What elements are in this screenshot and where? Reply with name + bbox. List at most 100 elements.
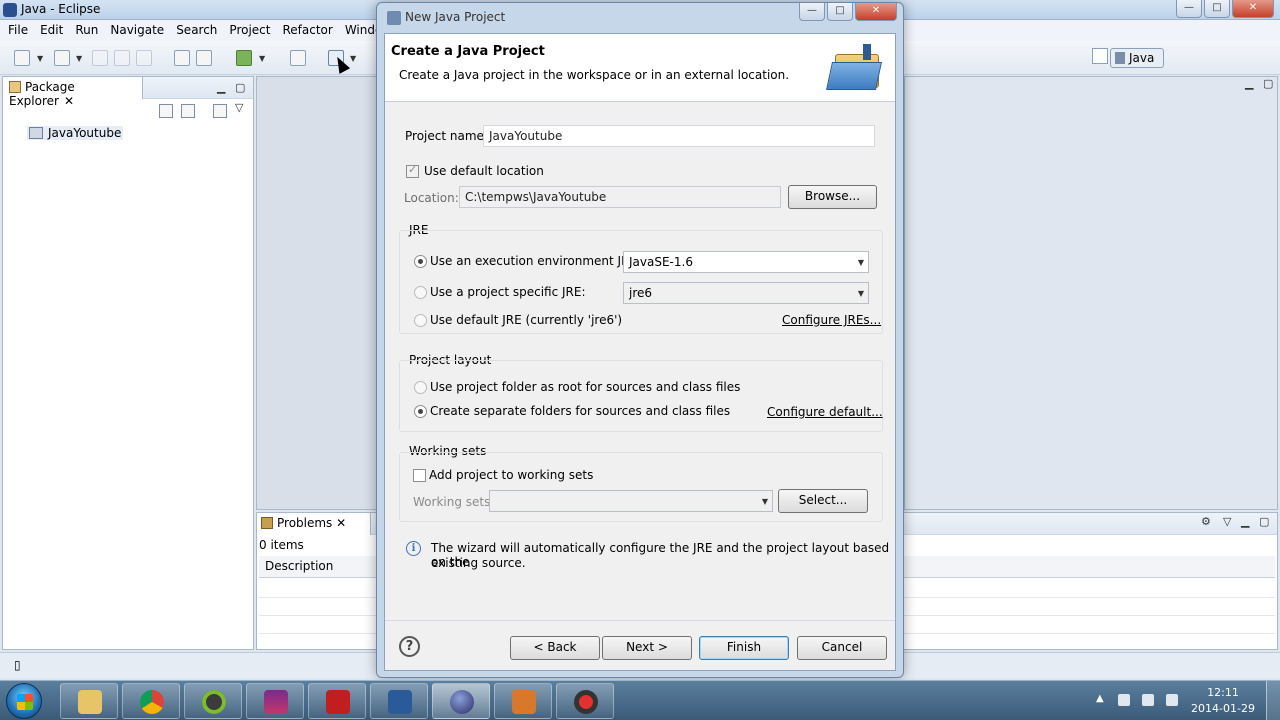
minimize-button[interactable]: — xyxy=(1176,0,1202,18)
project-name-label: Project name: xyxy=(405,129,488,143)
clock-date: 2014-01-29 xyxy=(1191,702,1255,715)
signal-icon[interactable] xyxy=(1166,694,1178,706)
start-button[interactable] xyxy=(6,683,42,719)
show-hidden-icons-icon[interactable]: ▲ xyxy=(1096,693,1104,704)
dialog-minimize-button[interactable]: — xyxy=(799,3,825,21)
view-menu-icon[interactable] xyxy=(213,104,227,118)
wizard-info-line-2: existing source. xyxy=(431,556,526,570)
execution-environment-label: Use an execution environment JRE: xyxy=(430,254,642,268)
description-column[interactable]: Description xyxy=(265,559,333,573)
close-button[interactable]: ✕ xyxy=(1232,0,1274,18)
location-field[interactable]: C:\tempws\JavaYoutube xyxy=(459,186,781,208)
menu-file[interactable]: File xyxy=(2,20,34,41)
execution-environment-radio[interactable] xyxy=(414,255,427,268)
taskbar-clock[interactable]: 12:11 2014-01-29 xyxy=(1188,685,1258,717)
fast-view-icon[interactable]: ▯ xyxy=(14,658,21,672)
tree-item-label: JavaYoutube xyxy=(48,126,122,140)
task-dropdown-arrow-icon[interactable]: ▼ xyxy=(259,54,265,63)
project-folder-root-radio[interactable] xyxy=(414,381,427,394)
project-specific-jre-select[interactable]: jre6 ▼ xyxy=(623,282,869,304)
window-title: Java - Eclipse xyxy=(21,2,101,16)
open-type-icon[interactable] xyxy=(54,50,70,66)
new-icon[interactable] xyxy=(14,50,30,66)
project-specific-jre-radio[interactable] xyxy=(414,286,427,299)
collapse-all-icon[interactable] xyxy=(159,104,173,118)
dialog-title: New Java Project xyxy=(405,10,506,24)
dialog-title-bar: New Java Project — □ ✕ xyxy=(377,3,903,33)
separate-folders-radio[interactable] xyxy=(414,405,427,418)
problems-tab[interactable]: Problems ✕ xyxy=(257,513,371,535)
execution-environment-select[interactable]: JavaSE-1.6 ▼ xyxy=(623,251,869,273)
browse-button[interactable]: Browse... xyxy=(788,185,877,209)
tree-item-project[interactable]: JavaYoutube xyxy=(27,126,124,140)
taskbar-chrome[interactable] xyxy=(122,683,180,719)
show-desktop-button[interactable] xyxy=(1266,681,1280,720)
close-icon[interactable]: ✕ xyxy=(336,516,346,530)
taskbar-spotify[interactable] xyxy=(184,683,242,719)
select-working-sets-button[interactable]: Select... xyxy=(778,489,868,513)
maximize-view-icon[interactable]: ▢ xyxy=(1259,515,1269,528)
minimize-view-icon[interactable]: ▁ xyxy=(217,81,225,94)
menu-navigate[interactable]: Navigate xyxy=(104,20,170,41)
package-explorer-tab[interactable]: Package Explorer ✕ xyxy=(3,77,143,108)
package-explorer-view: Package Explorer ✕ ▁ ▢ ▽ JavaYoutube xyxy=(2,76,254,650)
execution-environment-value: JavaSE-1.6 xyxy=(629,255,693,269)
cancel-button[interactable]: Cancel xyxy=(797,636,887,660)
task-icon[interactable] xyxy=(236,50,252,66)
configure-jres-link[interactable]: Configure JREs... xyxy=(782,313,881,327)
maximize-view-icon[interactable]: ▢ xyxy=(235,81,245,94)
menu-run[interactable]: Run xyxy=(69,20,104,41)
save-all-icon[interactable] xyxy=(114,50,130,66)
menu-project[interactable]: Project xyxy=(223,20,276,41)
add-to-working-sets-checkbox[interactable] xyxy=(413,469,426,482)
menu-refactor[interactable]: Refactor xyxy=(276,20,338,41)
volume-icon[interactable] xyxy=(1118,694,1130,706)
debug-dropdown-arrow-icon[interactable]: ▼ xyxy=(350,54,356,63)
minimize-view-icon[interactable]: ▁ xyxy=(1241,515,1249,528)
help-icon[interactable]: ? xyxy=(399,636,420,657)
network-icon[interactable] xyxy=(1142,694,1154,706)
taskbar-explorer[interactable] xyxy=(60,683,118,719)
dialog-close-button[interactable]: ✕ xyxy=(855,3,897,21)
minimize-view-icon[interactable]: ▁ xyxy=(1245,77,1253,90)
view-menu-chevron-down-icon[interactable]: ▽ xyxy=(1223,515,1231,528)
taskbar-winrar[interactable] xyxy=(246,683,304,719)
project-name-input[interactable]: JavaYoutube xyxy=(483,125,875,147)
menu-search[interactable]: Search xyxy=(170,20,223,41)
open-dropdown-arrow-icon[interactable]: ▼ xyxy=(76,54,82,63)
build-all-icon[interactable] xyxy=(196,50,212,66)
taskbar-tools[interactable] xyxy=(494,683,552,719)
configure-default-link[interactable]: Configure default... xyxy=(767,405,883,419)
print-icon[interactable] xyxy=(136,50,152,66)
open-perspective-icon[interactable] xyxy=(1092,48,1108,64)
maximize-view-icon[interactable]: ▢ xyxy=(1263,77,1273,90)
working-sets-select[interactable]: ▼ xyxy=(489,490,773,512)
dialog-app-icon xyxy=(387,11,401,25)
menu-edit[interactable]: Edit xyxy=(34,20,69,41)
outline-view: ▁ ▢ xyxy=(904,76,1278,510)
link-with-editor-icon[interactable] xyxy=(181,104,195,118)
maximize-button[interactable]: □ xyxy=(1204,0,1230,18)
finish-button[interactable]: Finish xyxy=(699,636,789,660)
build-icon[interactable] xyxy=(174,50,190,66)
default-jre-radio[interactable] xyxy=(414,314,427,327)
view-menu-icon[interactable]: ⚙ xyxy=(1201,515,1211,528)
use-default-location-checkbox[interactable] xyxy=(406,163,419,178)
java-perspective-button[interactable]: Java xyxy=(1110,48,1164,68)
project-folder-root-label: Use project folder as root for sources a… xyxy=(430,380,741,394)
save-icon[interactable] xyxy=(92,50,108,66)
working-sets-label: Working sets: xyxy=(413,495,495,509)
windows-taskbar: ▲ 12:11 2014-01-29 xyxy=(0,680,1280,720)
app-icon xyxy=(388,690,412,714)
open-task-icon[interactable] xyxy=(290,50,306,66)
taskbar-acrobat[interactable] xyxy=(308,683,366,719)
next-button[interactable]: Next > xyxy=(602,636,692,660)
problems-tab-label: Problems xyxy=(277,516,333,530)
back-button[interactable]: < Back xyxy=(510,636,600,660)
taskbar-eclipse[interactable] xyxy=(432,683,490,719)
taskbar-recorder[interactable] xyxy=(556,683,614,719)
view-menu-chevron-down-icon[interactable]: ▽ xyxy=(235,101,243,114)
new-dropdown-arrow-icon[interactable]: ▼ xyxy=(37,54,43,63)
taskbar-app[interactable] xyxy=(370,683,428,719)
dialog-maximize-button[interactable]: □ xyxy=(827,3,853,21)
